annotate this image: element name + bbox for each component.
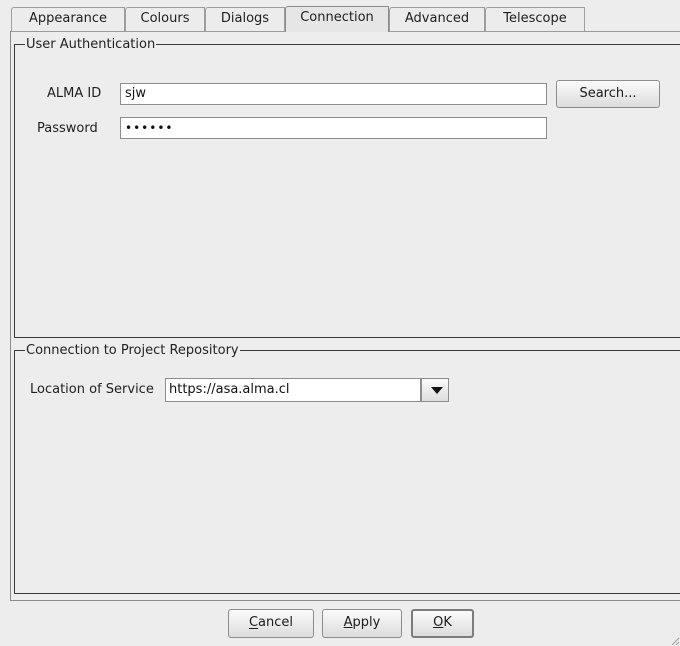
cancel-button[interactable]: Cancel xyxy=(228,609,314,638)
cancel-button-label: Cancel xyxy=(248,615,294,630)
alma-id-label: ALMA ID xyxy=(47,86,102,101)
location-of-service-label: Location of Service xyxy=(30,382,154,397)
combo-dropdown-button[interactable] xyxy=(421,378,449,402)
user-authentication-title: User Authentication xyxy=(25,37,157,53)
password-label: Password xyxy=(37,121,98,136)
ok-button[interactable]: OK xyxy=(411,609,474,638)
resize-grip-icon[interactable] xyxy=(668,634,680,646)
ok-button-label: OK xyxy=(433,615,452,630)
apply-button-label: Apply xyxy=(343,615,381,630)
project-repository-title: Connection to Project Repository xyxy=(25,343,240,359)
tab-label: Telescope xyxy=(503,11,567,26)
password-field[interactable]: •••••• xyxy=(120,117,547,139)
tab-connection[interactable]: Connection xyxy=(285,6,389,32)
tab-colours[interactable]: Colours xyxy=(125,7,205,31)
apply-button[interactable]: Apply xyxy=(322,609,402,638)
tab-advanced[interactable]: Advanced xyxy=(389,7,485,31)
alma-id-field[interactable]: sjw xyxy=(120,83,547,105)
tab-label: Colours xyxy=(140,11,190,26)
tab-label: Advanced xyxy=(404,11,470,26)
chevron-down-icon xyxy=(431,387,443,394)
tab-label: Dialogs xyxy=(220,11,270,26)
location-of-service-combo[interactable]: https://asa.alma.cl xyxy=(165,378,421,402)
tab-label: Connection xyxy=(300,10,374,25)
tab-telescope[interactable]: Telescope xyxy=(485,7,585,31)
search-button[interactable]: Search... xyxy=(556,80,660,108)
tab-dialogs[interactable]: Dialogs xyxy=(205,7,285,31)
tab-label: Appearance xyxy=(28,11,108,26)
tab-appearance[interactable]: Appearance xyxy=(11,7,125,31)
